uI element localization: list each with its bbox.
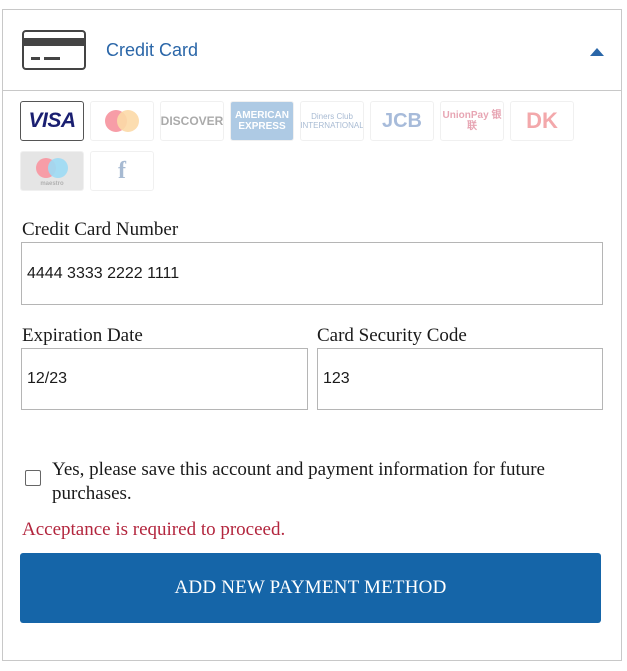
visa-logo-text: VISA (28, 109, 76, 132)
american-express-logo[interactable]: AMERICAN EXPRESS (230, 101, 294, 141)
forbrugsforeningen-logo-text: f (118, 157, 126, 184)
unionpay-logo-text: UnionPay 银联 (442, 110, 502, 132)
maestro-icon: maestro (36, 158, 68, 187)
security-code-label: Card Security Code (317, 325, 467, 346)
credit-card-icon (22, 30, 86, 70)
maestro-logo[interactable]: maestro (20, 151, 84, 191)
payment-method-title: Credit Card (106, 40, 199, 60)
diners-club-logo[interactable]: Diners Club INTERNATIONAL (300, 101, 364, 141)
diners-club-logo-text: Diners Club INTERNATIONAL (300, 112, 364, 130)
dankort-logo[interactable]: DK (510, 101, 574, 141)
credit-card-header[interactable]: Credit Card (3, 10, 621, 91)
mastercard-logo[interactable] (90, 101, 154, 141)
save-account-consent-text: Yes, please save this account and paymen… (52, 459, 545, 504)
consent-error-message: Acceptance is required to proceed. (22, 519, 286, 540)
unionpay-logo[interactable]: UnionPay 银联 (440, 101, 504, 141)
expiration-date-input[interactable] (21, 348, 308, 410)
mastercard-icon (105, 110, 139, 132)
save-account-checkbox[interactable] (25, 470, 41, 486)
card-number-label: Credit Card Number (22, 219, 179, 240)
visa-logo[interactable]: VISA (20, 101, 84, 141)
discover-logo-text: DISCOVER (160, 114, 224, 128)
forbrugsforeningen-logo[interactable]: f (90, 151, 154, 191)
discover-logo[interactable]: DISCOVER (160, 101, 224, 141)
expiration-date-label: Expiration Date (22, 325, 143, 346)
jcb-logo-text: JCB (381, 109, 422, 132)
jcb-logo[interactable]: JCB (370, 101, 434, 141)
add-new-payment-method-button[interactable]: ADD NEW PAYMENT METHOD (20, 553, 601, 623)
caret-up-icon[interactable] (590, 48, 604, 56)
maestro-logo-text: maestro (40, 181, 64, 187)
card-number-input[interactable] (21, 242, 603, 305)
dankort-logo-text: DK (526, 108, 558, 133)
american-express-logo-text: AMERICAN EXPRESS (235, 110, 289, 132)
security-code-input[interactable] (317, 348, 603, 410)
